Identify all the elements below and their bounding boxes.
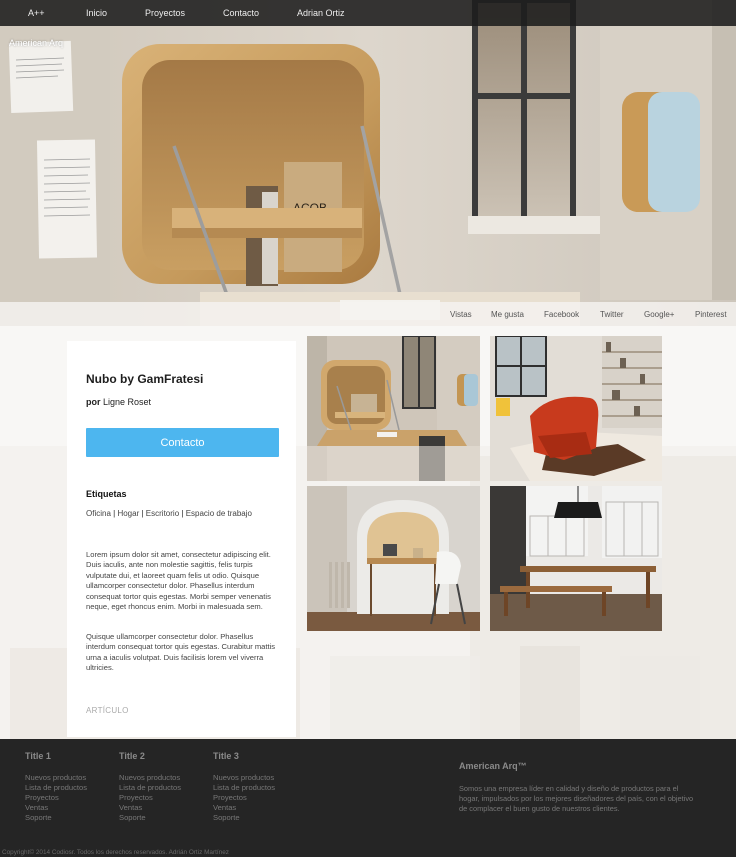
footer-link[interactable]: Lista de productos xyxy=(25,783,87,793)
contact-button[interactable]: Contacto xyxy=(86,428,279,457)
share-like[interactable]: Me gusta xyxy=(491,302,524,326)
footer-column-links: Nuevos productos Lista de productos Proy… xyxy=(213,773,275,823)
brand-subtitle: American Arq xyxy=(9,38,64,48)
nav-item-proyectos[interactable]: Proyectos xyxy=(145,0,185,26)
wall-desk-image xyxy=(307,336,480,481)
footer-link[interactable]: Proyectos xyxy=(119,793,181,803)
share-google-plus[interactable]: Google+ xyxy=(644,302,674,326)
footer-link[interactable]: Nuevos productos xyxy=(25,773,87,783)
tag-separator: | xyxy=(113,509,116,518)
footer-link[interactable]: Lista de productos xyxy=(119,783,181,793)
brand-logo[interactable]: A++ xyxy=(28,0,45,26)
footer-column-title: Title 1 xyxy=(25,751,51,761)
hooded-desk-image xyxy=(307,486,480,631)
footer-column-title: Title 3 xyxy=(213,751,239,761)
footer-link[interactable]: Ventas xyxy=(119,803,181,813)
maker-name[interactable]: Ligne Roset xyxy=(103,397,151,407)
about-text: Somos una empresa líder en calidad y dis… xyxy=(459,784,694,813)
tag-item[interactable]: Escritorio xyxy=(146,509,179,518)
footer-link[interactable]: Nuevos productos xyxy=(119,773,181,783)
product-card: Nubo by GamFratesi por Ligne Roset Conta… xyxy=(67,341,296,737)
nav-item-user[interactable]: Adrian Ortiz xyxy=(297,0,345,26)
footer-column-title: Title 2 xyxy=(119,751,145,761)
hooded-desk-photo[interactable] xyxy=(307,486,480,631)
footer-link[interactable]: Proyectos xyxy=(213,793,275,803)
about-title: American Arq™ xyxy=(459,761,527,771)
share-views[interactable]: Vistas xyxy=(450,302,472,326)
tag-separator: | xyxy=(181,509,184,518)
tags-heading: Etiquetas xyxy=(86,489,127,499)
tags-list: Oficina | Hogar | Escritorio | Espacio d… xyxy=(86,509,252,518)
article-label: ARTÍCULO xyxy=(86,706,129,715)
footer-column-links: Nuevos productos Lista de productos Proy… xyxy=(119,773,181,823)
top-navigation: A++ Inicio Proyectos Contacto Adrian Ort… xyxy=(0,0,736,26)
copyright-text: Copyright© 2014 Codiosr. Todos los derec… xyxy=(2,849,229,856)
footer-link[interactable]: Ventas xyxy=(25,803,87,813)
product-maker: por Ligne Roset xyxy=(86,397,151,407)
share-bar: Vistas Me gusta Facebook Twitter Google+… xyxy=(0,302,736,326)
maker-prefix: por xyxy=(86,397,101,407)
product-title: Nubo by GamFratesi xyxy=(86,372,204,386)
dining-table-photo[interactable] xyxy=(490,486,662,631)
footer-link[interactable]: Proyectos xyxy=(25,793,87,803)
footer-link[interactable]: Soporte xyxy=(119,813,181,823)
nav-item-contacto[interactable]: Contacto xyxy=(223,0,259,26)
footer-link[interactable]: Lista de productos xyxy=(213,783,275,793)
description-paragraph-1: Lorem ipsum dolor sit amet, consectetur … xyxy=(86,550,271,612)
tag-item[interactable]: Oficina xyxy=(86,509,111,518)
nav-item-inicio[interactable]: Inicio xyxy=(86,0,107,26)
wall-desk-photo[interactable] xyxy=(307,336,480,481)
dining-table-image xyxy=(490,486,662,631)
share-twitter[interactable]: Twitter xyxy=(600,302,624,326)
footer-link[interactable]: Nuevos productos xyxy=(213,773,275,783)
tag-item[interactable]: Espacio de trabajo xyxy=(186,509,252,518)
footer-link[interactable]: Ventas xyxy=(213,803,275,813)
description-paragraph-2: Quisque ullamcorper consectetur dolor. P… xyxy=(86,632,276,673)
tag-separator: | xyxy=(141,509,144,518)
hero-image: ACOB xyxy=(0,0,736,326)
site-footer: Title 1 Nuevos productos Lista de produc… xyxy=(0,739,736,857)
share-facebook[interactable]: Facebook xyxy=(544,302,579,326)
footer-link[interactable]: Soporte xyxy=(25,813,87,823)
footer-column-links: Nuevos productos Lista de productos Proy… xyxy=(25,773,87,823)
tag-item[interactable]: Hogar xyxy=(117,509,139,518)
red-armchair-photo[interactable] xyxy=(490,336,662,481)
hero-banner: ACOB A++ Inicio Proyectos Contacto Adria… xyxy=(0,0,736,326)
footer-link[interactable]: Soporte xyxy=(213,813,275,823)
share-pinterest[interactable]: Pinterest xyxy=(695,302,727,326)
red-armchair-image xyxy=(490,336,662,481)
